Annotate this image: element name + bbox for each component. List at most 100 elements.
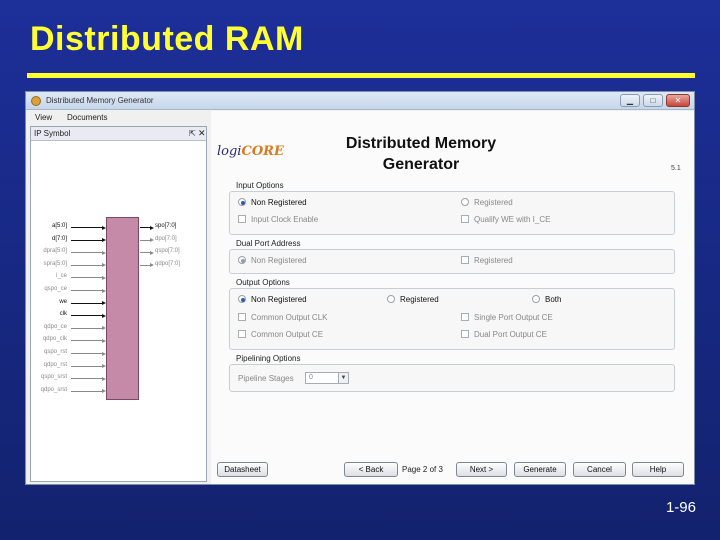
pin-label: dpra[5:0] — [43, 248, 67, 255]
output-both-radio[interactable]: Both — [532, 295, 561, 304]
pin-label: qdpo_ce — [43, 323, 67, 330]
output-registered-radio[interactable]: Registered — [387, 295, 439, 304]
common-output-clk-checkbox[interactable]: Common Output CLK — [238, 313, 327, 322]
menu-documents[interactable]: Documents — [67, 113, 107, 122]
pin-arrow-icon — [102, 338, 106, 343]
datasheet-button[interactable]: Datasheet — [217, 462, 268, 477]
input-non-registered-radio[interactable]: Non Registered — [238, 198, 307, 207]
qualify-we-label: Qualify WE with I_CE — [474, 215, 551, 224]
pin-arrow-icon — [102, 275, 106, 280]
logo-prefix: logi — [217, 144, 242, 159]
input-registered-radio[interactable]: Registered — [461, 198, 513, 207]
pin-label: we — [59, 298, 67, 305]
generator-window: Distributed Memory Generator ▁ □ ✕ View … — [25, 91, 695, 485]
minimize-button[interactable]: ▁ — [620, 94, 640, 107]
pin-line — [140, 239, 150, 241]
pin-line — [71, 378, 102, 380]
pin-arrow-icon — [150, 238, 154, 243]
radio-icon — [238, 198, 246, 206]
cancel-button[interactable]: Cancel — [573, 462, 626, 477]
dual-port-address-title: Dual Port Address — [234, 239, 303, 248]
window-titlebar[interactable]: Distributed Memory Generator ▁ □ ✕ — [26, 92, 694, 110]
pin-line — [71, 315, 102, 317]
pin-line — [71, 302, 102, 304]
pipelining-options-title: Pipelining Options — [234, 354, 303, 363]
pin-line — [140, 264, 150, 266]
dpa-non-registered-label: Non Registered — [251, 256, 307, 265]
input-non-registered-label: Non Registered — [251, 198, 307, 207]
pin-line — [140, 252, 150, 254]
title-underline — [27, 73, 695, 78]
checkbox-icon — [461, 215, 469, 223]
next-button[interactable]: Next > — [456, 462, 507, 477]
checkbox-icon — [461, 256, 469, 264]
pin-line — [71, 365, 102, 367]
pin-label: qspo_srst — [40, 374, 67, 381]
back-button[interactable]: < Back — [344, 462, 398, 477]
pin-line — [71, 264, 102, 266]
output-non-registered-radio[interactable]: Non Registered — [238, 295, 307, 304]
window-title: Distributed Memory Generator — [46, 96, 154, 105]
checkbox-icon — [238, 313, 246, 321]
logicore-logo: logiCORE — [217, 144, 284, 159]
menubar: View Documents — [26, 111, 211, 125]
pipeline-stages-value: 0 — [309, 374, 313, 381]
dual-port-output-ce-checkbox[interactable]: Dual Port Output CE — [461, 330, 547, 339]
pin-label: spo[7:0] — [155, 223, 177, 229]
radio-icon — [238, 256, 246, 264]
logo-core: CORE — [241, 144, 284, 159]
pin-arrow-icon — [102, 389, 106, 394]
dual-port-output-ce-label: Dual Port Output CE — [474, 330, 547, 339]
qualify-we-checkbox[interactable]: Qualify WE with I_CE — [461, 215, 550, 224]
maximize-button[interactable]: □ — [643, 94, 663, 107]
input-options-title: Input Options — [234, 181, 286, 190]
close-button[interactable]: ✕ — [666, 94, 690, 107]
page-indicator: Page 2 of 3 — [402, 465, 443, 474]
pin-label: i_ce — [55, 273, 67, 280]
common-output-clk-label: Common Output CLK — [251, 313, 328, 322]
close-panel-icon[interactable]: ✕ — [198, 128, 206, 139]
output-both-label: Both — [545, 295, 562, 304]
pipeline-stages-select[interactable]: 0 ▼ — [305, 372, 349, 384]
checkbox-icon — [461, 313, 469, 321]
pin-label: qspo_rst — [43, 349, 67, 355]
output-options-group: Output Options Non Registered Registered… — [229, 278, 675, 350]
ip-symbol-header: IP Symbol ⇱ ✕ — [31, 127, 206, 141]
pin-label: qdpo[7:0] — [155, 260, 181, 267]
pin-arrow-icon — [102, 225, 106, 230]
input-clock-enable-checkbox[interactable]: Input Clock Enable — [238, 215, 318, 224]
ip-symbol-block — [106, 217, 139, 400]
pin-label: dpo[7:0] — [155, 235, 177, 242]
radio-icon — [461, 198, 469, 206]
pipeline-stages-label: Pipeline Stages — [238, 374, 294, 383]
pin-label: qspo[7:0] — [155, 248, 180, 255]
chevron-down-icon: ▼ — [338, 373, 348, 383]
dpa-non-registered-radio[interactable]: Non Registered — [238, 256, 307, 265]
menu-view[interactable]: View — [35, 113, 52, 122]
float-panel-icon[interactable]: ⇱ — [189, 129, 196, 138]
help-button[interactable]: Help — [632, 462, 684, 477]
pin-line — [140, 227, 150, 228]
generator-title-line1: Distributed Memory — [345, 135, 497, 152]
pin-label: a[5:0] — [51, 223, 67, 229]
pin-line — [71, 340, 102, 342]
pin-label: qdpo_srst — [40, 386, 67, 393]
generator-content: logiCORE Distributed Memory Generator 5.… — [211, 111, 694, 484]
input-clock-enable-label: Input Clock Enable — [251, 215, 319, 224]
pin-line — [71, 277, 102, 279]
dpa-registered-checkbox[interactable]: Registered — [461, 256, 513, 265]
checkbox-icon — [238, 215, 246, 223]
checkbox-icon — [238, 330, 246, 338]
generator-title-line2: Generator — [382, 156, 460, 173]
pin-arrow-icon — [102, 313, 106, 318]
output-options-title: Output Options — [234, 278, 292, 287]
pin-label: qspo_ce — [44, 286, 67, 292]
pin-line — [71, 252, 102, 254]
single-port-output-ce-checkbox[interactable]: Single Port Output CE — [461, 313, 553, 322]
common-output-ce-checkbox[interactable]: Common Output CE — [238, 330, 323, 339]
pin-arrow-icon — [150, 263, 154, 268]
generate-button[interactable]: Generate — [514, 462, 566, 477]
dpa-registered-label: Registered — [474, 256, 513, 265]
pin-arrow-icon — [102, 250, 106, 255]
pin-arrow-icon — [150, 225, 154, 230]
